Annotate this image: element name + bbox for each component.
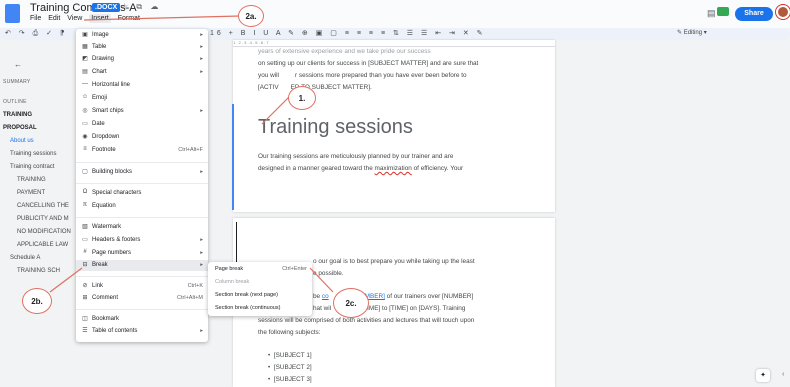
arrow-2c bbox=[309, 267, 334, 293]
arrow-2a bbox=[83, 15, 241, 21]
callout-2a: 2a. bbox=[238, 5, 264, 27]
arrow-2b bbox=[49, 267, 83, 293]
callout-1: 1. bbox=[288, 86, 316, 110]
chevron-left-icon[interactable]: ‹ bbox=[782, 371, 784, 378]
callout-2b: 2b. bbox=[22, 288, 52, 314]
arrow-1 bbox=[261, 95, 291, 125]
explore-button[interactable]: ✦ bbox=[756, 369, 770, 382]
callout-2c: 2c. bbox=[333, 288, 369, 318]
annotation-overlay bbox=[49, 15, 334, 293]
